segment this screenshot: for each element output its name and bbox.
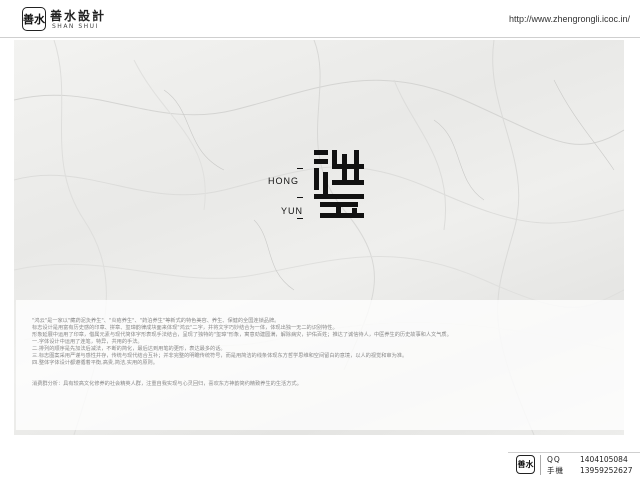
description-line: 形象延展中运用了印章，借属元素与现代简体字形表现手法结合，呈现了独特的"玺璋"形… [32,332,452,338]
description-line: 三.标志图案采用严谨与感性并存，传统与现代结合互补；并非完整的明瞻传统符号，而是… [32,353,408,359]
hong-top-dash [297,168,303,169]
brand-yun-label: YUN [281,206,304,216]
logo-chinese-name: 善水設計 [50,9,107,23]
logo-seal-text: 善水 [23,13,45,26]
consumer-analysis-line: 消费群分析：具有较高文化修养的社会精英人群，注重自我实现与心灵回归，喜欢东方神韵… [32,381,302,387]
header: 善水 善水設計 SHAN SHUI http://www.zhengrongli… [0,0,640,37]
hong-yun-dash [297,197,303,198]
footer-divider [508,452,640,453]
brand-hong-label: HONG [268,176,299,186]
logo-english-name: SHAN SHUI [52,23,99,30]
qq-contact: QQ 1404105084 [547,455,628,464]
site-url[interactable]: http://www.zhengrongli.icoc.in/ [509,14,630,24]
footer-separator [540,455,541,475]
footer-logo-seal: 善水 [516,455,535,474]
description-line: 一.字体设计中运用了连笔，特异，共用的手法。 [32,339,143,345]
qq-label: QQ [547,455,561,464]
phone-label: 手機 [547,466,564,475]
logo-seal: 善水 [22,7,46,31]
header-divider [0,37,640,38]
description-line: "鸿云"是一家以"藏药泥灸养生"、"炎疮养生"、"药泊养生"等新式的特色美容、养… [32,318,280,324]
qq-number: 1404105084 [580,455,628,464]
phone-contact: 手機 13959252627 [547,465,633,476]
description-line: 二.排列的顺序是先加法后减法，不断的简化，最后达到用笔的更形，表达最多的话。 [32,346,226,352]
footer-seal-text: 善水 [517,459,534,469]
description-line: 标志设计是用富有历史感的印章、拼章、玺璋韵律成块面来体现"鸿云"二字，并将文字巧… [32,325,338,331]
yun-bottom-dash [297,218,303,219]
description-line: 四.整体字体设计都遵循着平衡,高贵,简洁,实用的原则。 [32,360,158,366]
hongyun-brand-mark [314,150,364,218]
phone-number: 13959252627 [580,466,633,475]
